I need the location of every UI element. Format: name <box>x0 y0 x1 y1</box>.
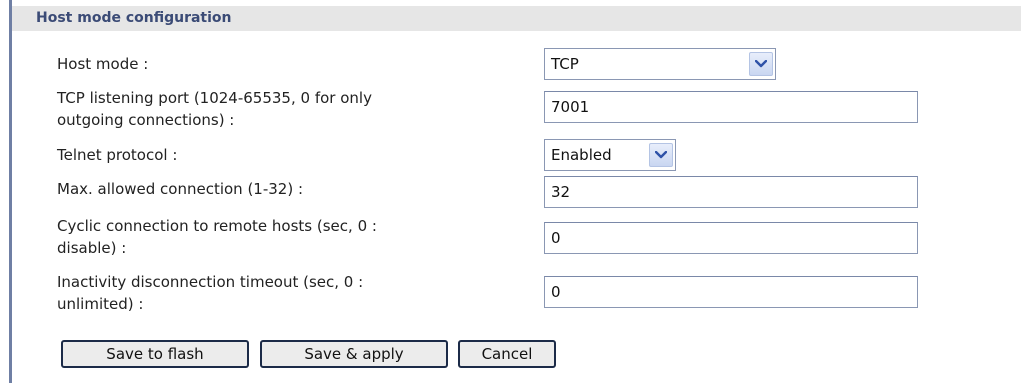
host-mode-select[interactable]: TCP <box>544 48 776 80</box>
tcp-port-input[interactable] <box>544 91 918 123</box>
save-to-flash-button[interactable]: Save to flash <box>61 340 249 368</box>
telnet-select[interactable]: Enabled <box>544 139 676 171</box>
cyclic-connection-label: Cyclic connection to remote hosts (sec, … <box>57 217 377 257</box>
max-connection-input[interactable] <box>544 176 918 208</box>
host-mode-label: Host mode : <box>57 55 149 73</box>
telnet-label: Telnet protocol : <box>57 146 178 164</box>
tcp-port-label: TCP listening port (1024-65535, 0 for on… <box>57 89 372 129</box>
chevron-down-icon[interactable] <box>649 143 673 167</box>
inactivity-timeout-label: Inactivity disconnection timeout (sec, 0… <box>57 273 364 313</box>
host-mode-select-value: TCP <box>551 55 579 73</box>
telnet-select-value: Enabled <box>551 146 612 164</box>
save-and-apply-button[interactable]: Save & apply <box>260 340 448 368</box>
inactivity-timeout-input[interactable] <box>544 276 918 308</box>
left-border-rule <box>9 0 12 383</box>
section-title: Host mode configuration <box>36 10 232 26</box>
max-connection-label: Max. allowed connection (1-32) : <box>57 180 304 198</box>
cancel-button[interactable]: Cancel <box>458 340 556 368</box>
chevron-down-icon[interactable] <box>749 52 773 76</box>
section-header: Host mode configuration <box>12 6 1021 31</box>
cyclic-connection-input[interactable] <box>544 222 918 254</box>
